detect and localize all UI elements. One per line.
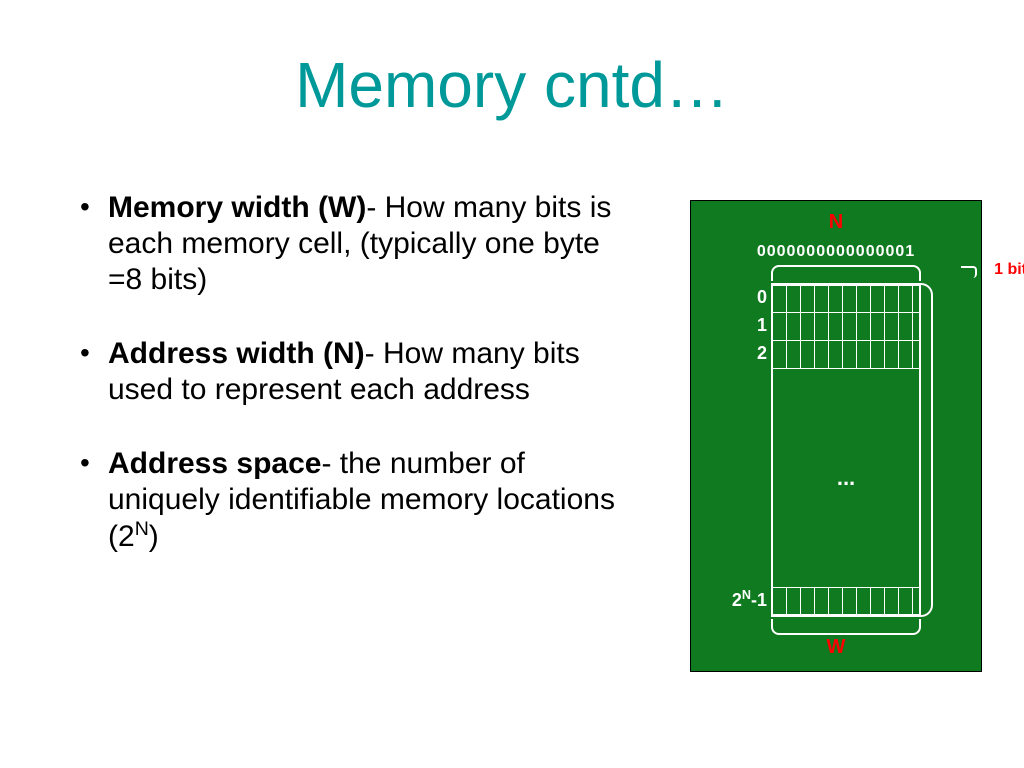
row-index: 0 [707,287,767,308]
row-index: 2 [707,343,767,364]
ellipsis: ... [773,465,919,491]
memory-block: 0 1 2 2N-1 ... [771,283,921,617]
slide: Memory cntd… Memory width (W)- How many … [0,0,1024,768]
row-index: 1 [707,315,767,336]
one-bit-label: 1 bit [994,261,1024,279]
bullet-item: Memory width (W)- How many bits is each … [80,190,640,298]
memory-row [773,285,919,313]
bullet-term: Memory width (W) [108,191,366,224]
height-brace-icon [919,283,933,617]
w-brace-icon [771,619,921,635]
bullet-item: Address space- the number of uniquely id… [80,446,640,555]
n-label: N [691,211,981,234]
two-n-base: 2 [1012,423,1022,443]
row-index-last: 2N-1 [707,588,767,611]
n-brace-icon [771,265,921,281]
bullet-list: Memory width (W)- How many bits is each … [80,190,640,593]
one-bit-brace-icon [961,266,977,278]
bullet-term: Address space [108,447,321,480]
slide-title: Memory cntd… [0,48,1024,122]
bullet-tail: ) [149,520,159,553]
bullet-item: Address width (N)- How many bits used to… [80,336,640,408]
memory-row [773,587,919,615]
two-n-label: 2N [1012,421,1024,444]
memory-row [773,341,919,369]
memory-diagram: N 0000000000000001 1 bit 0 1 2 2N-1 ... … [690,200,982,672]
last-tail: -1 [751,590,767,610]
memory-row [773,313,919,341]
address-bits: 0000000000000001 [691,243,981,261]
last-base: 2 [732,590,742,610]
superscript-n: N [135,518,149,540]
last-sup: N [742,588,751,602]
bullet-term: Address width (N) [108,337,365,370]
w-label: W [691,636,981,659]
